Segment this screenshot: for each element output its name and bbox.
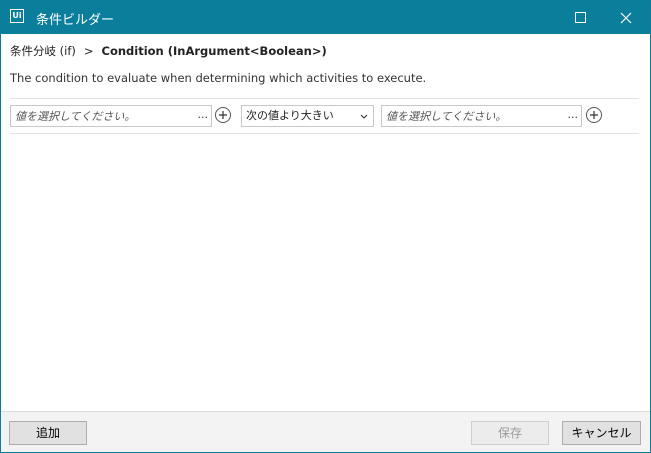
maximize-button[interactable] [557, 1, 603, 34]
operator-select[interactable]: 次の値より大きい [241, 105, 374, 127]
plus-icon [590, 111, 598, 119]
breadcrumb-separator: > [83, 44, 94, 58]
divider-bottom [10, 133, 639, 134]
breadcrumb: 条件分岐 (if) > Condition (InArgument<Boolean>… [10, 43, 327, 59]
condition-builder-dialog: Ui 条件ビルダー 条件分岐 (if) > Condition (InArgumen… [0, 0, 651, 453]
condition-description: The condition to evaluate when determini… [10, 71, 427, 85]
uipath-logo-icon: Ui [10, 9, 24, 23]
right-value-box[interactable]: ... [381, 105, 582, 127]
left-value-box[interactable]: ... [10, 105, 212, 127]
maximize-icon [574, 12, 586, 23]
close-button[interactable] [603, 1, 649, 34]
save-button[interactable]: 保存 [471, 421, 549, 445]
divider-top [10, 98, 639, 99]
breadcrumb-parent: 条件分岐 (if) [10, 44, 76, 58]
operator-selected-value: 次の値より大きい [246, 109, 334, 122]
left-add-button[interactable] [215, 107, 231, 123]
right-add-button[interactable] [586, 107, 602, 123]
right-value-input[interactable] [386, 106, 565, 126]
dialog-footer: 追加 保存 キャンセル [1, 411, 650, 452]
right-value-ellipsis-button[interactable]: ... [568, 106, 579, 126]
plus-icon [219, 111, 227, 119]
cancel-button[interactable]: キャンセル [562, 421, 641, 445]
add-button[interactable]: 追加 [9, 421, 87, 445]
title-bar[interactable]: Ui 条件ビルダー [1, 1, 650, 34]
breadcrumb-current: Condition (InArgument<Boolean>) [101, 44, 327, 58]
window-title: 条件ビルダー [36, 13, 115, 28]
left-value-ellipsis-button[interactable]: ... [198, 106, 209, 126]
chevron-down-icon [360, 114, 368, 119]
left-value-input[interactable] [15, 106, 195, 126]
close-icon [620, 12, 632, 23]
